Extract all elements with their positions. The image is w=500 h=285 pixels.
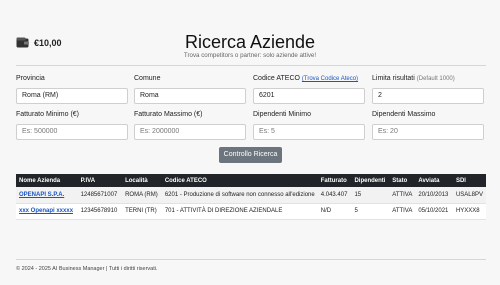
header: €10,00 Ricerca Aziende Trova competitors… (0, 0, 500, 64)
cell-dipendenti: 5 (351, 203, 390, 220)
provincia-label: Provincia (16, 75, 45, 82)
fatt-max-label: Fatturato Massimo (€) (134, 111, 203, 118)
cell-localita: ROMA (RM) (122, 187, 162, 204)
col-dipendenti[interactable]: Dipendenti (351, 174, 389, 187)
ateco-label-row: Codice ATECO (Trova Codice Ateco) (253, 74, 365, 84)
page-title: Ricerca Aziende (184, 32, 316, 52)
results-table: Nome Azienda P.IVA Località Codice ATECO… (16, 174, 486, 220)
dip-min-label: Dipendenti Minimo (253, 111, 311, 118)
ateco-field: Codice ATECO (Trova Codice Ateco) 6201 (253, 74, 365, 104)
comune-label: Comune (134, 75, 161, 82)
cell-fatturato: 4.043.407 (317, 187, 352, 204)
cell-stato: ATTIVA (389, 203, 416, 220)
col-nome[interactable]: Nome Azienda (16, 174, 78, 187)
cell-localita: TERNI (TR) (122, 203, 162, 220)
find-ateco-link[interactable]: (Trova Codice Ateco) (302, 76, 358, 82)
col-fatturato[interactable]: Fatturato (318, 174, 352, 187)
col-stato[interactable]: Stato (389, 174, 415, 187)
page-subtitle: Trova competitors o partner: solo aziend… (183, 52, 317, 59)
dip-max-input[interactable]: Es: 20 (372, 124, 484, 140)
comune-field: Comune Roma (134, 74, 246, 104)
provincia-field: Provincia Roma (RM) (16, 74, 128, 104)
dip-max-field: Dipendenti Massimo Es: 20 (372, 110, 484, 140)
limit-label-row: Limita risultati (Default 1000) (372, 74, 484, 84)
footer-divider (16, 259, 486, 260)
search-button[interactable]: Controllo Ricerca (219, 147, 282, 163)
comune-input[interactable]: Roma (134, 88, 246, 104)
dip-min-input[interactable]: Es: 5 (253, 124, 365, 140)
col-localita[interactable]: Località (122, 174, 162, 187)
ateco-label: Codice ATECO (253, 75, 300, 82)
table-row: OPENAPI S.P.A. 12485671007 ROMA (RM) 620… (16, 187, 486, 204)
col-avviata[interactable]: Avviata (415, 174, 453, 187)
cell-stato: ATTIVA (389, 187, 416, 204)
cell-piva: 12345678910 (77, 203, 123, 220)
fatt-max-input[interactable]: Es: 2000000 (134, 124, 246, 140)
col-sdi[interactable]: SDI (453, 174, 486, 187)
fatt-max-field: Fatturato Massimo (€) Es: 2000000 (134, 110, 246, 140)
ateco-input[interactable]: 6201 (253, 88, 365, 104)
company-name-link[interactable]: xxx Openapi xxxxx (16, 203, 78, 220)
table-header-row: Nome Azienda P.IVA Località Codice ATECO… (16, 174, 486, 187)
cell-dipendenti: 15 (351, 187, 390, 204)
fatt-min-input[interactable]: Es: 500000 (16, 124, 128, 140)
limit-input[interactable]: 2 (372, 88, 484, 104)
cell-sdi: HYXXX8 (452, 203, 486, 220)
limit-field: Limita risultati (Default 1000) 2 (372, 74, 484, 104)
cell-avviata: 20/10/2013 (415, 187, 453, 204)
cell-avviata: 05/10/2021 (415, 203, 453, 220)
provincia-input[interactable]: Roma (RM) (16, 88, 128, 104)
footer-text: © 2024 - 2025 AI Business Manager | Tutt… (16, 266, 158, 272)
cell-ateco: 6201 - Produzione di software non connes… (161, 187, 318, 204)
col-ateco[interactable]: Codice ATECO (162, 174, 318, 187)
cell-sdi: USAL8PV (452, 187, 486, 204)
cell-fatturato: N/D (317, 203, 352, 220)
fatt-min-label: Fatturato Minimo (€) (16, 111, 80, 118)
limit-label: Limita risultati (372, 75, 415, 82)
col-piva[interactable]: P.IVA (78, 174, 123, 187)
dip-max-label: Dipendenti Massimo (372, 111, 436, 118)
table-row: xxx Openapi xxxxx 12345678910 TERNI (TR)… (16, 203, 486, 220)
company-name-link[interactable]: OPENAPI S.P.A. (16, 187, 78, 204)
header-divider (16, 65, 486, 66)
limit-hint: (Default 1000) (416, 76, 455, 82)
cell-ateco: 701 - ATTIVITÀ DI DIREZIONE AZIENDALE (161, 203, 318, 220)
dip-min-field: Dipendenti Minimo Es: 5 (253, 110, 365, 140)
fatt-min-field: Fatturato Minimo (€) Es: 500000 (16, 110, 128, 140)
cell-piva: 12485671007 (77, 187, 123, 204)
